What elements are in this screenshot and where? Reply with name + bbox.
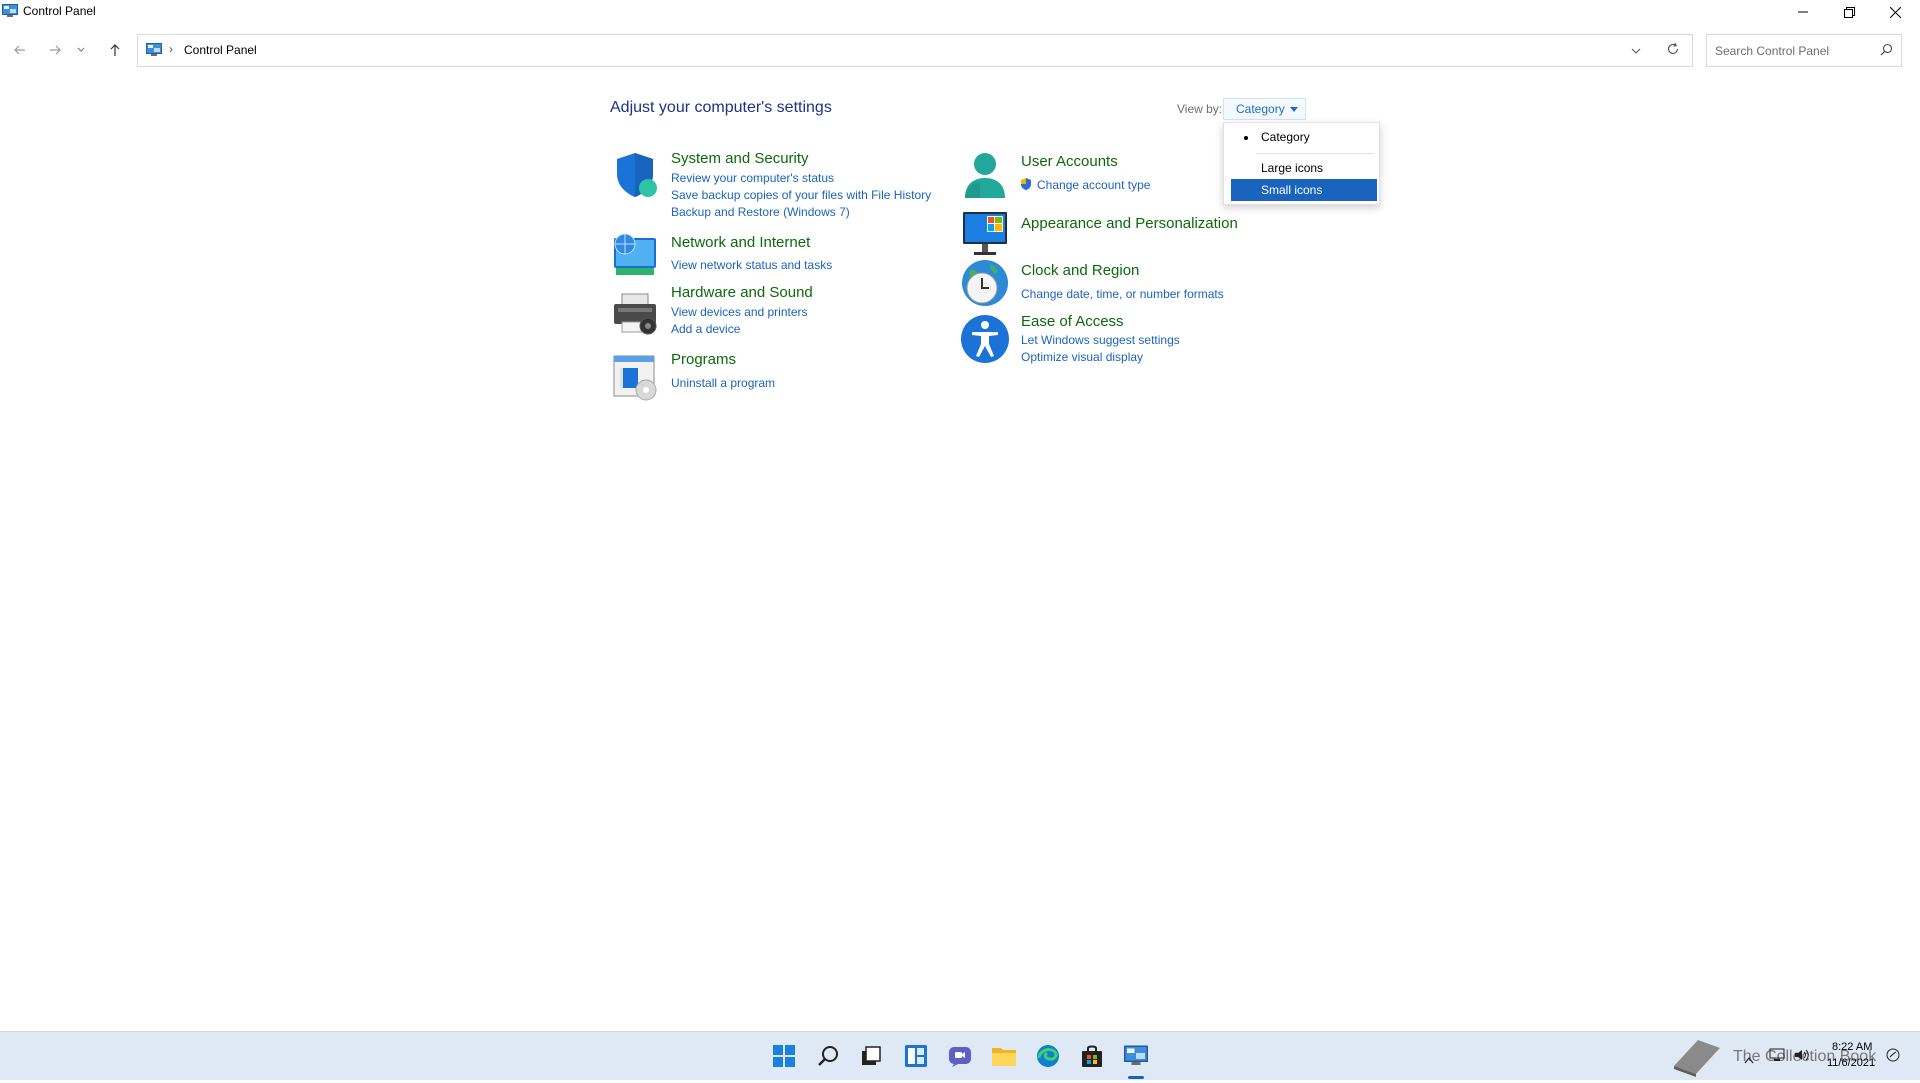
network-and-internet-link[interactable]: Network and Internet <box>671 234 810 251</box>
search-input[interactable] <box>1713 41 1873 61</box>
close-icon <box>1889 6 1901 18</box>
breadcrumb[interactable]: Control Panel <box>184 43 257 57</box>
book-logo-icon <box>1668 1036 1724 1083</box>
start-icon[interactable] <box>770 1042 798 1070</box>
address-dropdown-button[interactable] <box>1631 43 1641 61</box>
backup-restore-link[interactable]: Backup and Restore (Windows 7) <box>671 205 850 219</box>
user-icon[interactable] <box>960 150 1010 200</box>
menu-divider <box>1256 153 1374 154</box>
view-by-label: View by: <box>1177 102 1223 116</box>
widgets-icon[interactable] <box>902 1042 930 1070</box>
accessibility-icon[interactable] <box>960 314 1010 364</box>
optimize-display-link[interactable]: Optimize visual display <box>1021 350 1143 364</box>
edge-icon[interactable] <box>1034 1042 1062 1070</box>
view-by-menu: Category Large icons Small icons <box>1223 122 1380 205</box>
file-explorer-icon[interactable] <box>990 1042 1018 1070</box>
menu-item-label: Small icons <box>1261 183 1323 197</box>
refresh-button[interactable] <box>1666 42 1680 61</box>
menu-item-small-icons[interactable]: Small icons <box>1231 179 1377 201</box>
suggest-settings-link[interactable]: Let Windows suggest settings <box>1021 333 1180 347</box>
chevron-up-icon <box>1744 1057 1754 1064</box>
chevron-down-icon <box>77 47 85 52</box>
back-button[interactable] <box>8 38 32 62</box>
hardware-and-sound-link[interactable]: Hardware and Sound <box>671 284 813 301</box>
globe-network-icon[interactable] <box>610 230 660 280</box>
devices-printers-link[interactable]: View devices and printers <box>671 305 808 319</box>
task-view-icon[interactable] <box>857 1042 885 1070</box>
menu-item-label: Large icons <box>1261 161 1324 175</box>
forward-button[interactable] <box>43 38 67 62</box>
address-bar[interactable]: › Control Panel <box>137 34 1693 67</box>
add-device-link[interactable]: Add a device <box>671 322 740 336</box>
clock-globe-icon[interactable] <box>960 258 1010 308</box>
recent-locations-button[interactable] <box>74 38 88 62</box>
back-arrow-icon <box>14 45 25 55</box>
review-status-link[interactable]: Review your computer's status <box>671 171 834 185</box>
show-hidden-icons-button[interactable] <box>1744 1051 1754 1069</box>
radio-bullet-icon <box>1244 136 1248 140</box>
search-box[interactable] <box>1706 34 1902 67</box>
active-app-indicator <box>1128 1076 1144 1079</box>
network-status-link[interactable]: View network status and tasks <box>671 258 832 272</box>
control-panel-app-icon <box>2 4 18 18</box>
change-account-type-link[interactable]: Change account type <box>1037 178 1150 192</box>
view-by-value: Category <box>1236 102 1285 116</box>
clock-date[interactable]: 11/6/2021 <box>1827 1057 1875 1069</box>
network-icon[interactable] <box>1769 1048 1785 1067</box>
clock-time[interactable]: 8:22 AM <box>1832 1041 1872 1053</box>
title-bar: Control Panel <box>0 0 1920 24</box>
control-panel-icon <box>146 43 162 57</box>
store-icon[interactable] <box>1078 1042 1106 1070</box>
clock-and-region-link[interactable]: Clock and Region <box>1021 262 1139 279</box>
file-history-link[interactable]: Save backup copies of your files with Fi… <box>671 188 931 202</box>
volume-icon[interactable] <box>1794 1048 1810 1067</box>
taskbar: The Collection Book 8:22 AM 11/6/2021 <box>0 1031 1920 1080</box>
appearance-personalization-link[interactable]: Appearance and Personalization <box>1021 215 1238 232</box>
menu-item-large-icons[interactable]: Large icons <box>1231 157 1377 179</box>
shield-icon[interactable] <box>610 150 660 200</box>
programs-link[interactable]: Programs <box>671 351 736 368</box>
printer-icon[interactable] <box>610 288 660 338</box>
ease-of-access-link[interactable]: Ease of Access <box>1021 313 1124 330</box>
minimize-icon <box>1798 11 1808 13</box>
chat-icon[interactable] <box>946 1042 974 1070</box>
programs-icon[interactable] <box>610 352 660 402</box>
up-arrow-icon <box>110 43 120 56</box>
menu-item-category[interactable]: Category <box>1231 126 1377 148</box>
control-panel-icon[interactable] <box>1122 1042 1150 1070</box>
window-title: Control Panel <box>23 4 96 18</box>
forward-arrow-icon <box>50 45 61 55</box>
uninstall-program-link[interactable]: Uninstall a program <box>671 376 775 390</box>
menu-item-label: Category <box>1261 130 1310 144</box>
search-icon[interactable] <box>1880 43 1893 61</box>
view-by-dropdown[interactable]: Category <box>1223 98 1306 120</box>
refresh-icon <box>1667 42 1679 54</box>
system-and-security-link[interactable]: System and Security <box>671 150 809 167</box>
search-icon[interactable] <box>814 1042 842 1070</box>
breadcrumb-separator-icon[interactable]: › <box>169 42 173 56</box>
caret-down-icon <box>1290 107 1298 112</box>
notifications-icon[interactable] <box>1886 1048 1900 1067</box>
chevron-down-icon <box>1631 48 1641 54</box>
restore-button[interactable] <box>1826 0 1872 24</box>
minimize-button[interactable] <box>1780 0 1826 24</box>
page-title: Adjust your computer's settings <box>610 99 832 116</box>
up-button[interactable] <box>103 38 127 62</box>
monitor-icon[interactable] <box>960 208 1010 258</box>
date-time-formats-link[interactable]: Change date, time, or number formats <box>1021 287 1224 301</box>
restore-icon <box>1843 6 1855 18</box>
uac-shield-icon <box>1019 177 1033 196</box>
close-button[interactable] <box>1872 0 1918 24</box>
user-accounts-link[interactable]: User Accounts <box>1021 153 1118 170</box>
